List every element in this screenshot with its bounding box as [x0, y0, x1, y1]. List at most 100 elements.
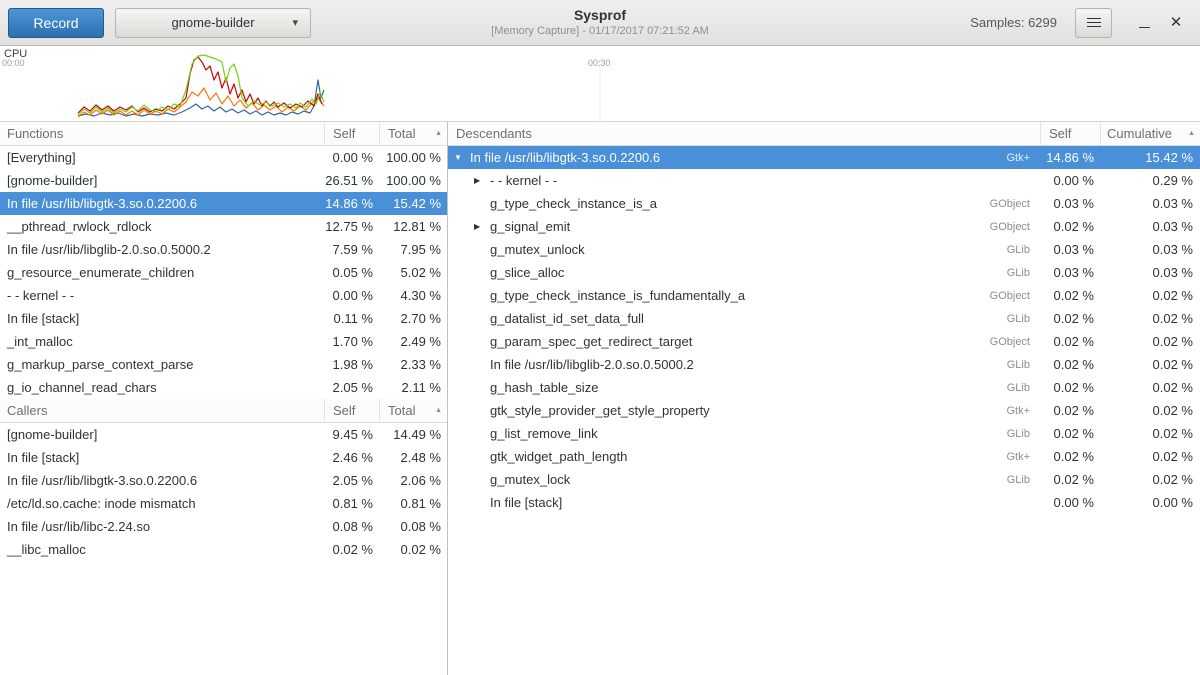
table-row[interactable]: [Everything]0.00 %100.00 % — [0, 146, 447, 169]
function-name: g_markup_parse_context_parse — [0, 357, 324, 372]
table-row[interactable]: In file [stack]0.00 %0.00 % — [448, 491, 1200, 514]
function-name: g_io_channel_read_chars — [0, 380, 324, 395]
table-row[interactable]: g_list_remove_linkGLib0.02 %0.02 % — [448, 422, 1200, 445]
self-value: 0.00 % — [1040, 495, 1100, 510]
function-name: In file /usr/lib/libgtk-3.so.0.2200.6 — [470, 150, 660, 165]
table-row[interactable]: In file /usr/lib/libgtk-3.so.0.2200.62.0… — [0, 469, 447, 492]
table-row[interactable]: In file /usr/lib/libglib-2.0.so.0.5000.2… — [448, 353, 1200, 376]
function-name: In file [stack] — [0, 311, 324, 326]
descendants-column-header[interactable]: Descendants — [448, 122, 1040, 145]
sort-arrow-icon: ▲ — [435, 130, 442, 137]
table-row[interactable]: In file [stack]2.46 %2.48 % — [0, 446, 447, 469]
total-value: 5.02 % — [379, 265, 447, 280]
process-selector-label: gnome-builder — [171, 15, 254, 30]
table-row[interactable]: gtk_style_provider_get_style_propertyGtk… — [448, 399, 1200, 422]
callers-table-header: Callers Self Total ▲ — [0, 399, 447, 423]
table-row[interactable]: g_markup_parse_context_parse1.98 %2.33 % — [0, 353, 447, 376]
category-label: GLib — [970, 382, 1040, 394]
table-row[interactable]: g_resource_enumerate_children0.05 %5.02 … — [0, 261, 447, 284]
table-row[interactable]: [gnome-builder]9.45 %14.49 % — [0, 423, 447, 446]
table-row[interactable]: g_io_channel_read_chars2.05 %2.11 % — [0, 376, 447, 399]
category-label: GObject — [970, 336, 1040, 348]
function-name: In file /usr/lib/libgtk-3.so.0.2200.6 — [0, 196, 324, 211]
cpu-red-line — [78, 57, 322, 113]
expander-icon[interactable]: ▶ — [474, 222, 490, 231]
sort-arrow-icon: ▲ — [435, 407, 442, 414]
self-value: 0.02 % — [1040, 426, 1100, 441]
expander-icon[interactable]: ▼ — [454, 153, 470, 162]
functions-column-header[interactable]: Functions — [0, 122, 324, 145]
callers-column-header[interactable]: Callers — [0, 399, 324, 422]
function-name: _int_malloc — [0, 334, 324, 349]
category-label: GLib — [970, 428, 1040, 440]
table-row[interactable]: ▶g_signal_emitGObject0.02 %0.03 % — [448, 215, 1200, 238]
function-name: In file /usr/lib/libglib-2.0.so.0.5000.2 — [0, 242, 324, 257]
self-value: 0.03 % — [1040, 242, 1100, 257]
cumulative-column-header[interactable]: Cumulative ▲ — [1100, 122, 1200, 145]
function-name: gtk_widget_path_length — [490, 449, 627, 464]
category-label: GLib — [970, 267, 1040, 279]
total-value: 2.49 % — [379, 334, 447, 349]
total-column-header[interactable]: Total ▲ — [379, 399, 447, 422]
self-value: 0.03 % — [1040, 265, 1100, 280]
self-column-header[interactable]: Self — [324, 399, 379, 422]
table-row[interactable]: __pthread_rwlock_rdlock12.75 %12.81 % — [0, 215, 447, 238]
total-column-header[interactable]: Total ▲ — [379, 122, 447, 145]
self-column-header[interactable]: Self — [1040, 122, 1100, 145]
function-name: __pthread_rwlock_rdlock — [0, 219, 324, 234]
table-row[interactable]: g_param_spec_get_redirect_targetGObject0… — [448, 330, 1200, 353]
total-value: 0.81 % — [379, 496, 447, 511]
cumulative-value: 0.00 % — [1100, 495, 1200, 510]
cumulative-value: 0.02 % — [1100, 288, 1200, 303]
total-value: 2.06 % — [379, 473, 447, 488]
function-name-cell: In file /usr/lib/libglib-2.0.so.0.5000.2 — [448, 357, 970, 372]
table-row[interactable]: ▼In file /usr/lib/libgtk-3.so.0.2200.6Gt… — [448, 146, 1200, 169]
table-row[interactable]: g_hash_table_sizeGLib0.02 %0.02 % — [448, 376, 1200, 399]
table-row[interactable]: In file /usr/lib/libgtk-3.so.0.2200.614.… — [0, 192, 447, 215]
table-row[interactable]: ▶- - kernel - -0.00 %0.29 % — [448, 169, 1200, 192]
table-row[interactable]: __libc_malloc0.02 %0.02 % — [0, 538, 447, 561]
sysprof-window: Record gnome-builder ▾ Sysprof [Memory C… — [0, 0, 1200, 675]
minimize-button[interactable] — [1128, 8, 1160, 38]
cpu-graph[interactable]: CPU 00:00 00:30 — [0, 46, 1200, 122]
headerbar: Record gnome-builder ▾ Sysprof [Memory C… — [0, 0, 1200, 46]
window-title-group: Sysprof [Memory Capture] - 01/17/2017 07… — [491, 7, 709, 37]
record-button[interactable]: Record — [8, 8, 104, 38]
self-value: 0.03 % — [1040, 196, 1100, 211]
category-label: GObject — [970, 221, 1040, 233]
table-row[interactable]: /etc/ld.so.cache: inode mismatch0.81 %0.… — [0, 492, 447, 515]
total-value: 2.33 % — [379, 357, 447, 372]
cumulative-value: 0.02 % — [1100, 357, 1200, 372]
self-column-header[interactable]: Self — [324, 122, 379, 145]
function-name: g_datalist_id_set_data_full — [490, 311, 644, 326]
self-value: 0.02 % — [1040, 472, 1100, 487]
expander-icon[interactable]: ▶ — [474, 176, 490, 185]
main-content: Functions Self Total ▲ [Everything]0.00 … — [0, 122, 1200, 675]
menu-button[interactable] — [1075, 8, 1112, 38]
table-row[interactable]: g_type_check_instance_is_fundamentally_a… — [448, 284, 1200, 307]
table-row[interactable]: g_slice_allocGLib0.03 %0.03 % — [448, 261, 1200, 284]
category-label: GObject — [970, 198, 1040, 210]
table-row[interactable]: [gnome-builder]26.51 %100.00 % — [0, 169, 447, 192]
table-row[interactable]: In file /usr/lib/libc-2.24.so0.08 %0.08 … — [0, 515, 447, 538]
cumulative-value: 0.02 % — [1100, 380, 1200, 395]
table-row[interactable]: g_mutex_lockGLib0.02 %0.02 % — [448, 468, 1200, 491]
table-row[interactable]: gtk_widget_path_lengthGtk+0.02 %0.02 % — [448, 445, 1200, 468]
sort-arrow-icon: ▲ — [1188, 130, 1195, 137]
callers-table-body: [gnome-builder]9.45 %14.49 %In file [sta… — [0, 423, 447, 561]
function-name: gtk_style_provider_get_style_property — [490, 403, 710, 418]
table-row[interactable]: g_datalist_id_set_data_fullGLib0.02 %0.0… — [448, 307, 1200, 330]
process-selector-dropdown[interactable]: gnome-builder ▾ — [115, 8, 311, 38]
total-value: 2.48 % — [379, 450, 447, 465]
table-row[interactable]: In file /usr/lib/libglib-2.0.so.0.5000.2… — [0, 238, 447, 261]
function-name: g_signal_emit — [490, 219, 570, 234]
table-row[interactable]: g_type_check_instance_is_aGObject0.03 %0… — [448, 192, 1200, 215]
window-subtitle: [Memory Capture] - 01/17/2017 07:21:52 A… — [491, 25, 709, 37]
table-row[interactable]: _int_malloc1.70 %2.49 % — [0, 330, 447, 353]
cumulative-value: 0.03 % — [1100, 219, 1200, 234]
close-button[interactable]: ✕ — [1160, 8, 1192, 38]
table-row[interactable]: g_mutex_unlockGLib0.03 %0.03 % — [448, 238, 1200, 261]
cumulative-value: 0.02 % — [1100, 403, 1200, 418]
table-row[interactable]: In file [stack]0.11 %2.70 % — [0, 307, 447, 330]
table-row[interactable]: - - kernel - -0.00 %4.30 % — [0, 284, 447, 307]
